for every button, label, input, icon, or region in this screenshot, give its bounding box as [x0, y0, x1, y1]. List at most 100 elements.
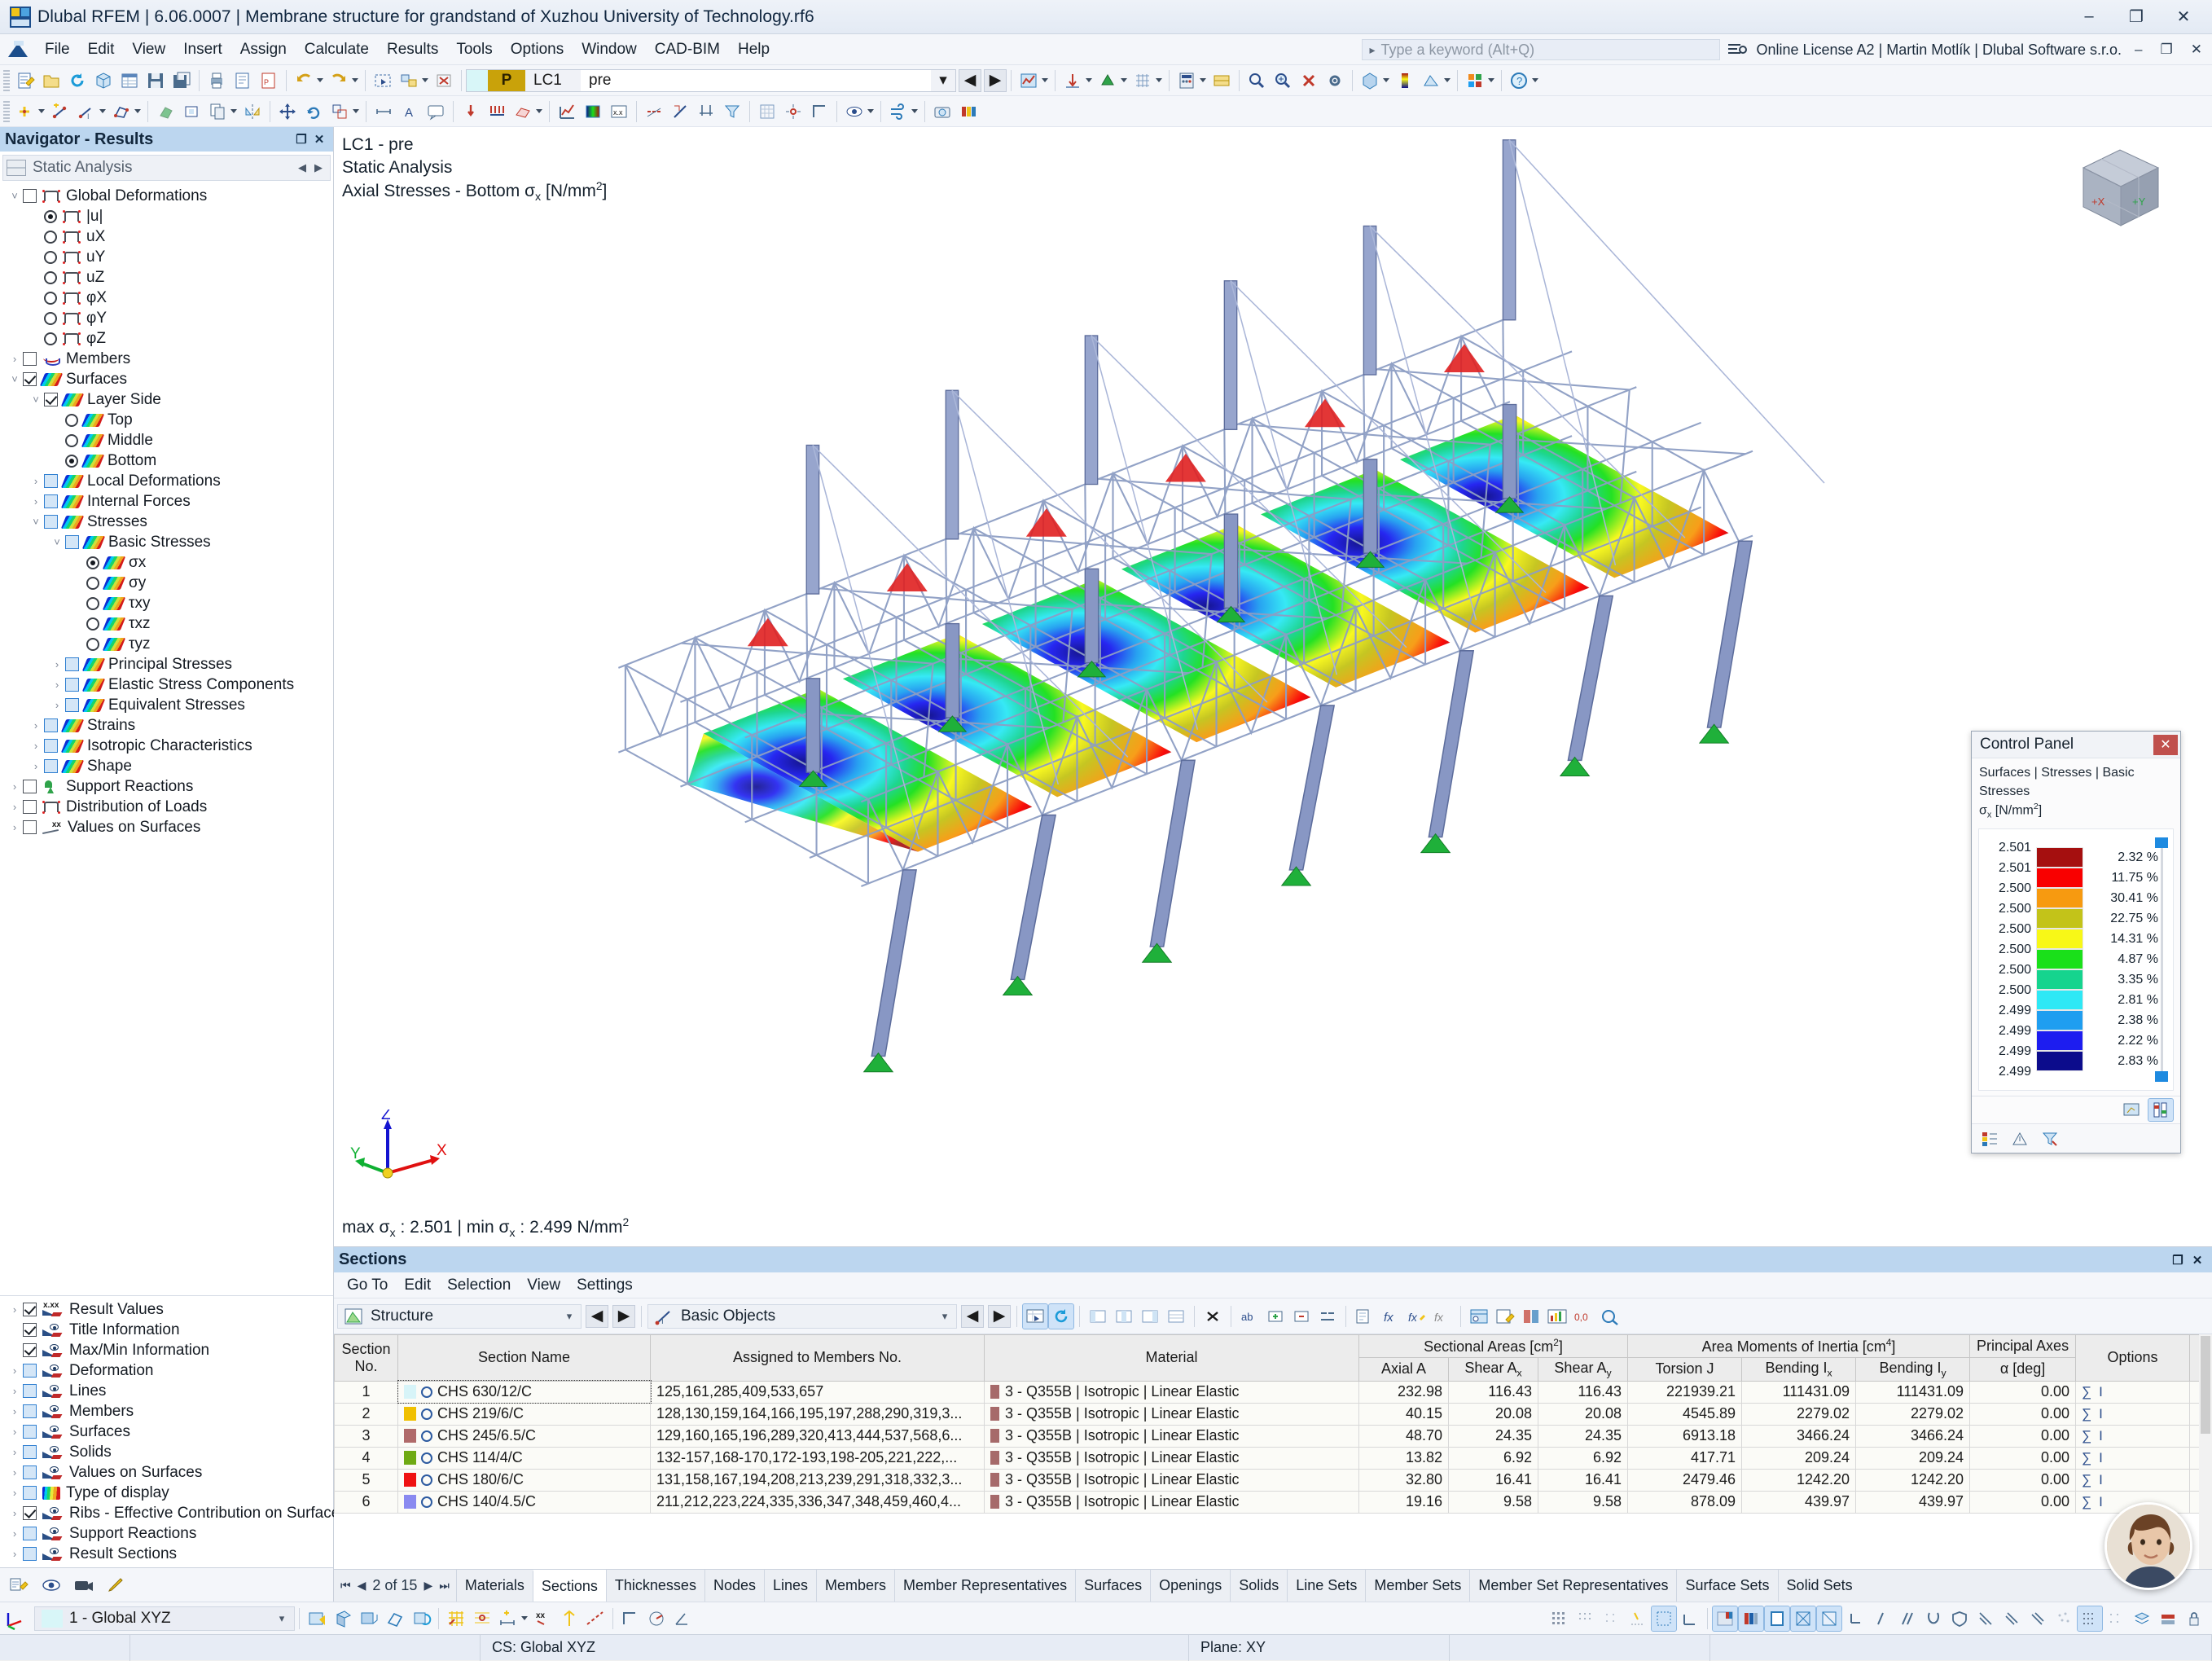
option-profile-icon[interactable]: I [2099, 1428, 2103, 1443]
surface-fill-icon[interactable] [1765, 1606, 1789, 1631]
copy-icon[interactable] [205, 99, 230, 124]
delete-row-icon[interactable] [1200, 1304, 1225, 1329]
tree-item[interactable]: ›xxValues on Surfaces [0, 817, 333, 837]
cell-assigned-members[interactable]: 125,161,285,409,533,657 [651, 1381, 985, 1403]
keyword-search-input[interactable]: ▸ Type a keyword (Alt+Q) [1362, 39, 1720, 60]
cell-shear-ax[interactable]: 9.58 [1449, 1491, 1538, 1513]
cell-axial-a[interactable]: 32.80 [1359, 1469, 1449, 1491]
select-dropdown-icon[interactable] [422, 78, 428, 82]
tree-radio[interactable] [86, 617, 99, 631]
tree-checkbox[interactable] [23, 780, 37, 793]
wind-simulation-icon[interactable] [886, 99, 911, 124]
tree-item[interactable]: φX [0, 288, 333, 308]
mesh-points-icon[interactable] [2104, 1606, 2128, 1631]
tree-item[interactable]: Title Information [0, 1320, 333, 1340]
tree-item[interactable]: ›Members [0, 349, 333, 369]
tree-item[interactable]: Middle [0, 430, 333, 450]
object-combo-arrow-icon[interactable]: ▾ [933, 1310, 956, 1323]
sections-table-container[interactable]: SectionNo. Section Name Assigned to Memb… [334, 1334, 2212, 1569]
pdf-export-icon[interactable]: P [257, 68, 281, 93]
tree-item[interactable]: ˅Global Deformations [0, 186, 333, 206]
object-type-combo[interactable]: I Basic Objects ▾ [647, 1304, 957, 1329]
load-case-prev-button[interactable]: ◀ [959, 69, 981, 92]
section-info-icon[interactable] [1597, 1304, 1622, 1329]
tree-item[interactable]: ˅Basic Stresses [0, 532, 333, 552]
object-next-button[interactable]: ▶ [988, 1305, 1011, 1328]
tree-item[interactable]: τyz [0, 634, 333, 654]
menu-options[interactable]: Options [502, 38, 573, 61]
toolbar-grip[interactable] [3, 70, 10, 91]
select-window-icon[interactable] [371, 68, 395, 93]
tree-item[interactable]: ›Support Reactions [0, 776, 333, 797]
cut-plane-icon[interactable] [668, 99, 692, 124]
grid-sparse-icon[interactable] [1600, 1606, 1624, 1631]
tree-item[interactable]: ›Result Sections [0, 1544, 333, 1564]
tree-item[interactable]: ›Elastic Stress Components [0, 675, 333, 695]
table-row[interactable]: 4CHS 114/4/C132-157,168-170,172-193,198-… [335, 1447, 2212, 1469]
sections-tab[interactable]: Solids [1230, 1570, 1287, 1602]
tree-expander-icon[interactable]: › [7, 1487, 23, 1499]
tree-expander-icon[interactable]: › [49, 679, 65, 691]
save-all-icon[interactable] [169, 68, 194, 93]
table-row[interactable]: 2CHS 219/6/C128,130,159,164,166,195,197,… [335, 1403, 2212, 1425]
menu-file[interactable]: File [36, 38, 79, 61]
pager-first-button[interactable]: ⏮ [340, 1579, 351, 1593]
doc-minimize-button[interactable]: – [2130, 42, 2147, 58]
support-icon[interactable] [1095, 68, 1120, 93]
option-angle-icon[interactable]: ∑ [2082, 1428, 2091, 1443]
cell-assigned-members[interactable]: 128,130,159,164,166,195,197,288,290,319,… [651, 1403, 985, 1425]
tree-radio[interactable] [86, 597, 99, 610]
sections-tab[interactable]: Surface Sets [1676, 1570, 1777, 1602]
tree-checkbox[interactable] [23, 1364, 37, 1378]
design-icon[interactable] [1209, 68, 1234, 93]
header-section-name[interactable]: Section Name [398, 1335, 651, 1382]
redo-dropdown-icon[interactable] [352, 78, 358, 82]
results-dropdown-icon[interactable] [1042, 78, 1048, 82]
cell-options[interactable]: ∑I [2076, 1381, 2190, 1403]
tree-item[interactable]: σx [0, 552, 333, 573]
analysis-type-combo[interactable]: Static Analysis ◀ ▶ [2, 155, 331, 181]
tree-expander-icon[interactable]: › [7, 1527, 23, 1540]
cell-torsion-j[interactable]: 6913.18 [1628, 1425, 1742, 1447]
sections-tab[interactable]: Member Representatives [894, 1570, 1075, 1602]
tree-checkbox[interactable] [23, 1384, 37, 1398]
delete-icon[interactable] [1297, 68, 1321, 93]
ortho-mode-icon[interactable] [618, 1606, 643, 1631]
structure-category-combo[interactable]: Structure ▾ [337, 1304, 582, 1329]
tree-expander-icon[interactable]: › [7, 1426, 23, 1438]
tree-radio[interactable] [44, 251, 57, 264]
new-node-icon[interactable] [13, 99, 37, 124]
menu-view[interactable]: View [123, 38, 174, 61]
control-panel[interactable]: Control Panel ✕ Surfaces | Stresses | Ba… [1971, 731, 2181, 1153]
tree-expander-icon[interactable]: ˅ [49, 536, 65, 548]
header-assigned-members[interactable]: Assigned to Members No. [651, 1335, 985, 1382]
cell-section-name[interactable]: CHS 140/4.5/C [398, 1491, 651, 1513]
render-mode-icon[interactable] [1713, 1606, 1737, 1631]
view-dropdown-icon[interactable] [1444, 78, 1451, 82]
tree-item[interactable]: ›Ribs - Effective Contribution on Surfac… [0, 1503, 333, 1523]
color-bar-display-icon[interactable] [2156, 1606, 2180, 1631]
cell-alpha[interactable]: 0.00 [1970, 1403, 2076, 1425]
calculate-icon[interactable] [1174, 68, 1199, 93]
sections-menu-edit[interactable]: Edit [396, 1275, 439, 1296]
tree-checkbox[interactable] [23, 1465, 37, 1479]
sections-menu-view[interactable]: View [519, 1275, 568, 1296]
new-line-icon[interactable] [48, 99, 72, 124]
sections-tab[interactable]: Materials [456, 1570, 533, 1602]
tree-item[interactable]: uZ [0, 267, 333, 288]
ws-rotate-plane-icon[interactable] [409, 1606, 433, 1631]
combo-prev-icon[interactable]: ◀ [294, 161, 310, 174]
tree-expander-icon[interactable]: › [28, 719, 44, 732]
cell-alpha[interactable]: 0.00 [1970, 1469, 2076, 1491]
formula-edit-icon[interactable]: fx [1404, 1304, 1429, 1329]
tree-item[interactable]: ›Members [0, 1401, 333, 1422]
tree-expander-icon[interactable]: › [7, 1303, 23, 1316]
tree-item[interactable]: ›Surfaces [0, 1422, 333, 1442]
cell-shear-ax[interactable]: 20.08 [1449, 1403, 1538, 1425]
cell-shear-ay[interactable]: 116.43 [1538, 1381, 1628, 1403]
tree-expander-icon[interactable]: › [28, 740, 44, 752]
load-line-icon[interactable] [485, 99, 509, 124]
cell-shear-ax[interactable]: 16.41 [1449, 1469, 1538, 1491]
tree-checkbox[interactable] [65, 657, 79, 671]
cell-bending-iy[interactable]: 209.24 [1856, 1447, 1970, 1469]
